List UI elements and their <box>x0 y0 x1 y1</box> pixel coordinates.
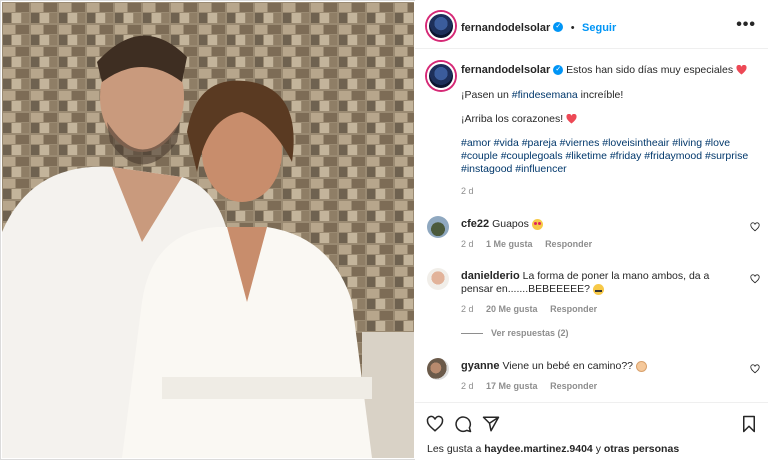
caption-time: 2 d <box>461 186 474 196</box>
commenter-avatar[interactable] <box>427 268 449 290</box>
comment-username[interactable]: gyanne <box>461 360 500 372</box>
like-comment-heart-icon[interactable] <box>750 222 760 232</box>
comment-bubble-icon[interactable] <box>454 415 472 433</box>
caption: fernandodelsolar ✓ Estos han sido días mu… <box>461 64 761 196</box>
like-comment-heart-icon[interactable] <box>750 274 760 284</box>
grimacing-emoji-icon <box>592 283 604 295</box>
caption-username[interactable]: fernandodelsolar <box>461 64 550 76</box>
hashtag-link[interactable]: #findesemana <box>512 89 578 101</box>
comment-likes[interactable]: 20 Me gusta <box>486 304 538 314</box>
author-username[interactable]: fernandodelsolar <box>461 22 550 34</box>
commenter-avatar[interactable] <box>427 216 449 238</box>
comment-time: 2 d <box>461 304 474 314</box>
comment-item: gyanne Viene un bebé en camino?? 2 d 17 … <box>461 360 741 391</box>
comment-text: Guapos <box>492 218 529 230</box>
caption-line-2-pre: ¡Pasen un <box>461 89 512 101</box>
caption-line-2-post: increíble! <box>577 89 624 101</box>
caption-line-1: Estos han sido días muy especiales <box>566 64 734 76</box>
author-avatar[interactable] <box>427 12 455 40</box>
likes-middle: y <box>592 443 604 455</box>
other-likers-link[interactable]: otras personas <box>604 443 679 455</box>
comment-time: 2 d <box>461 381 474 391</box>
post-actions-bar: Les gusta a haydee.martinez.9404 y otras… <box>415 402 768 461</box>
post-header: fernandodelsolar ✓ • Seguir ••• <box>415 0 768 49</box>
post-side-panel: fernandodelsolar ✓ • Seguir ••• fernandod… <box>415 0 768 460</box>
share-paper-plane-icon[interactable] <box>482 415 500 433</box>
red-heart-icon <box>736 65 747 75</box>
commenter-avatar[interactable] <box>427 358 449 380</box>
follow-button[interactable]: Seguir <box>582 22 616 34</box>
caption-avatar[interactable] <box>427 62 455 90</box>
likes-summary: Les gusta a haydee.martinez.9404 y otras… <box>427 443 679 456</box>
caption-hashtags[interactable]: #amor #vida #pareja #viernes #loveisinth… <box>461 137 759 176</box>
caption-line-3: ¡Arriba los corazones! <box>461 113 564 125</box>
reply-button[interactable]: Responder <box>550 304 597 314</box>
comment-username[interactable]: cfe22 <box>461 218 489 230</box>
post-photo[interactable] <box>2 2 414 458</box>
verified-badge-icon: ✓ <box>553 21 564 32</box>
baby-emoji-icon <box>635 360 647 372</box>
red-heart-icon <box>566 114 577 124</box>
comment-username[interactable]: danielderio <box>461 270 520 282</box>
view-replies-label: Ver respuestas (2) <box>491 328 569 338</box>
comment-likes[interactable]: 1 Me gusta <box>486 239 533 249</box>
separator-dot: • <box>570 22 575 34</box>
comment-item: danielderio La forma de poner la mano am… <box>461 270 741 338</box>
comment-text: Viene un bebé en camino?? <box>502 360 634 372</box>
comment-time: 2 d <box>461 239 474 249</box>
comment-likes[interactable]: 17 Me gusta <box>486 381 538 391</box>
save-bookmark-icon[interactable] <box>740 415 758 433</box>
reply-button[interactable]: Responder <box>545 239 592 249</box>
heart-eyes-emoji-icon <box>531 218 543 230</box>
like-comment-heart-icon[interactable] <box>750 364 760 374</box>
like-heart-icon[interactable] <box>426 415 444 433</box>
more-options-icon[interactable]: ••• <box>736 16 756 34</box>
likes-prefix: Les gusta a <box>427 443 485 455</box>
verified-badge-icon: ✓ <box>553 65 564 76</box>
view-replies-button[interactable]: Ver respuestas (2) <box>461 328 741 338</box>
reply-button[interactable]: Responder <box>550 381 597 391</box>
liker-username[interactable]: haydee.martinez.9404 <box>484 443 593 455</box>
comment-item: cfe22 Guapos 2 d 1 Me gusta Responder <box>461 218 741 249</box>
